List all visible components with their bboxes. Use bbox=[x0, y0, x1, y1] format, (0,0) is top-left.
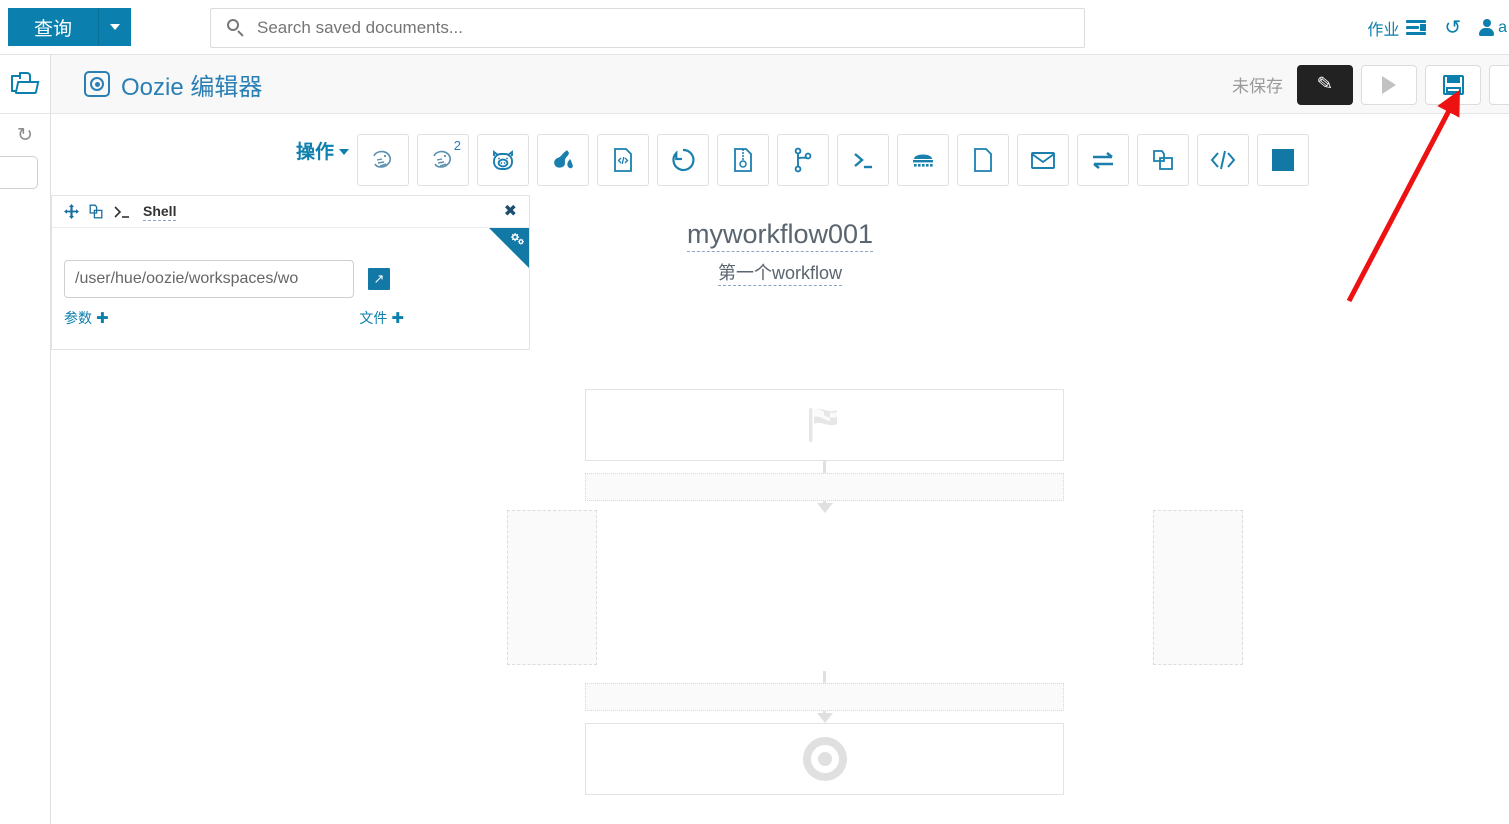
save-status-label: 未保存 bbox=[1232, 77, 1283, 96]
bullseye-icon bbox=[802, 737, 847, 781]
action-hive2[interactable]: 2 bbox=[417, 134, 469, 186]
query-button[interactable]: 查询 bbox=[8, 8, 100, 46]
workflow-title-text: myworkflow001 bbox=[686, 219, 874, 252]
user-nav-item[interactable]: a bbox=[1470, 0, 1509, 55]
dropzone-left[interactable] bbox=[507, 510, 597, 665]
navbar-right-group: 作业 ↺ a bbox=[1358, 0, 1509, 55]
action-fork[interactable] bbox=[777, 134, 829, 186]
shell-path-row: ↗ bbox=[64, 260, 390, 298]
copy-pages-icon[interactable] bbox=[89, 204, 103, 219]
floppy-disk-icon bbox=[1442, 74, 1464, 95]
connector-arrowhead bbox=[817, 713, 833, 723]
close-icon[interactable]: ✖ bbox=[504, 204, 517, 220]
checkered-flag-icon bbox=[808, 408, 837, 442]
action-toolbar: 操作 2 bbox=[51, 125, 1509, 195]
jobs-nav-item[interactable]: 作业 bbox=[1358, 0, 1435, 55]
top-navbar: 查询 作业 ↺ bbox=[0, 0, 1509, 55]
action-spark[interactable] bbox=[537, 134, 589, 186]
external-link-icon[interactable]: ↗ bbox=[368, 268, 390, 290]
end-node[interactable] bbox=[585, 723, 1064, 795]
dropzone-right[interactable] bbox=[1153, 510, 1243, 665]
filled-square-icon bbox=[1272, 149, 1294, 171]
editor-header: Oozie 编辑器 未保存 ✎ bbox=[51, 55, 1509, 114]
more-actions-button[interactable] bbox=[1489, 64, 1509, 105]
terminal-prompt-icon bbox=[113, 205, 131, 219]
left-sidebar: ↻ bbox=[0, 55, 51, 824]
query-dropdown-toggle[interactable] bbox=[99, 8, 132, 46]
workflow-subtitle-text: 第一个workflow bbox=[717, 263, 842, 286]
search-input[interactable] bbox=[255, 17, 1055, 39]
dropzone-below-shell[interactable] bbox=[585, 683, 1064, 711]
sidebar-documents-button[interactable] bbox=[0, 55, 50, 114]
shell-script-path-input[interactable] bbox=[64, 260, 354, 298]
add-parameter-label: 参数 bbox=[64, 310, 92, 326]
start-node[interactable] bbox=[585, 389, 1064, 461]
oozie-circle-icon bbox=[84, 71, 110, 97]
plus-icon: ✚ bbox=[391, 310, 404, 327]
action-copy[interactable] bbox=[1137, 134, 1189, 186]
add-file-link[interactable]: 文件 ✚ bbox=[359, 308, 404, 328]
jobs-label: 作业 bbox=[1367, 21, 1400, 39]
action-email[interactable] bbox=[1017, 134, 1069, 186]
user-label: a bbox=[1498, 18, 1507, 36]
action-stop[interactable] bbox=[1257, 134, 1309, 186]
action-shell[interactable] bbox=[837, 134, 889, 186]
actions-dropdown[interactable]: 操作 bbox=[296, 137, 350, 164]
history-nav-item[interactable]: ↺ bbox=[1435, 0, 1470, 55]
action-distcp-file[interactable] bbox=[717, 134, 769, 186]
editor-header-actions: 未保存 ✎ bbox=[1232, 55, 1509, 114]
refresh-icon: ↻ bbox=[17, 124, 33, 146]
add-parameter-link[interactable]: 参数 ✚ bbox=[64, 308, 109, 328]
action-mapreduce[interactable] bbox=[897, 134, 949, 186]
list-icon bbox=[1406, 20, 1427, 35]
sidebar-refresh-button[interactable]: ↻ bbox=[0, 114, 50, 156]
query-button-group: 查询 bbox=[8, 8, 132, 46]
connector-arrowhead bbox=[817, 503, 833, 513]
actions-dropdown-label: 操作 bbox=[296, 142, 335, 163]
shell-node-links: 参数 ✚ 文件 ✚ bbox=[64, 308, 404, 328]
action-java[interactable] bbox=[597, 134, 649, 186]
action-sqoop[interactable] bbox=[657, 134, 709, 186]
move-arrows-icon[interactable] bbox=[64, 204, 79, 219]
shell-node-header: Shell ✖ bbox=[52, 196, 529, 228]
edit-button[interactable]: ✎ bbox=[1297, 64, 1353, 105]
shell-node-settings-corner[interactable] bbox=[489, 228, 529, 268]
action-transfer[interactable] bbox=[1077, 134, 1129, 186]
history-icon: ↺ bbox=[1444, 16, 1462, 39]
chevron-down-icon bbox=[110, 24, 121, 30]
dropzone-above-shell[interactable] bbox=[585, 473, 1064, 501]
chevron-down-icon bbox=[339, 149, 350, 155]
save-button[interactable] bbox=[1425, 64, 1481, 105]
sidebar-search-input[interactable] bbox=[0, 156, 38, 189]
play-icon bbox=[1382, 75, 1396, 94]
pencil-icon: ✎ bbox=[1316, 73, 1334, 96]
shell-action-node[interactable]: Shell ✖ ↗ bbox=[51, 195, 530, 350]
global-search-box[interactable] bbox=[210, 8, 1085, 48]
page-title: Oozie 编辑器 bbox=[84, 67, 262, 102]
action-icon-list: 2 bbox=[357, 134, 1309, 186]
action-pig[interactable] bbox=[477, 134, 529, 186]
action-hive[interactable] bbox=[357, 134, 409, 186]
run-button[interactable] bbox=[1361, 64, 1417, 105]
workflow-canvas: myworkflow001 第一个workflow Shell ✖ /user/… bbox=[51, 195, 1509, 824]
plus-icon: ✚ bbox=[96, 310, 109, 327]
add-file-label: 文件 bbox=[359, 310, 388, 326]
action-file[interactable] bbox=[957, 134, 1009, 186]
page-title-text: Oozie 编辑器 bbox=[121, 73, 263, 101]
action-hive2-superscript: 2 bbox=[453, 138, 461, 153]
folder-open-icon bbox=[11, 72, 40, 96]
user-icon bbox=[1479, 19, 1495, 36]
search-icon bbox=[227, 19, 245, 37]
action-code[interactable] bbox=[1197, 134, 1249, 186]
shell-node-label[interactable]: Shell bbox=[143, 203, 177, 221]
shell-node-body: ↗ 参数 ✚ 文件 ✚ bbox=[52, 228, 529, 349]
